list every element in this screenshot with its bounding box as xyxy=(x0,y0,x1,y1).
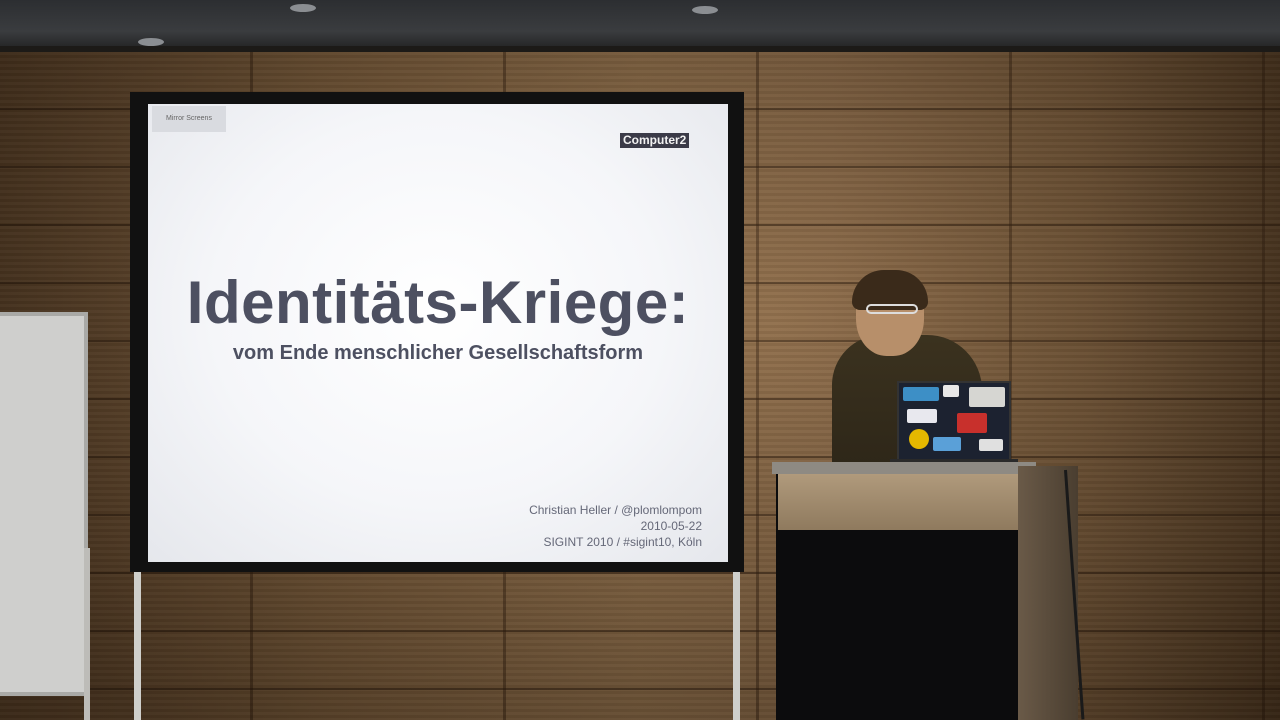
laptop-sticker xyxy=(943,385,959,397)
ceiling-light xyxy=(138,38,164,46)
whiteboard-leg xyxy=(84,548,90,720)
slide-subtitle: vom Ende menschlicher Gesellschaftsform xyxy=(232,342,644,364)
podium-front-panel xyxy=(778,474,1022,530)
slide-author-line: Christian Heller / @plomlompom xyxy=(529,503,702,517)
podium-top xyxy=(772,462,1036,474)
laptop-sticker xyxy=(909,429,929,449)
ceiling-light xyxy=(290,4,316,12)
slide-date-line: 2010-05-22 xyxy=(640,519,702,533)
slide-author-info: Christian Heller / @plomlompom 2010-05-2… xyxy=(529,502,702,550)
laptop-sticker xyxy=(907,409,937,423)
laptop-sticker xyxy=(957,413,987,433)
whiteboard xyxy=(0,312,88,696)
computer2-logo: Computer2 xyxy=(620,133,690,148)
mirror-screens-label: Mirror Screens xyxy=(152,106,226,132)
slide-event-line: SIGINT 2010 / #sigint10, Köln xyxy=(543,535,702,549)
laptop-sticker xyxy=(903,387,939,401)
lecture-hall-scene: Mirror Screens Computer2 Identitäts-Krie… xyxy=(0,0,1280,720)
screen-stand-left xyxy=(134,572,141,720)
ceiling-edge xyxy=(0,46,1280,52)
speaker-glasses xyxy=(866,304,918,314)
laptop-sticker xyxy=(969,387,1005,407)
laptop-with-stickers xyxy=(897,381,1011,461)
laptop-sticker xyxy=(933,437,961,451)
ceiling-light xyxy=(692,6,718,14)
laptop-sticker xyxy=(979,439,1003,451)
screen-stand-right xyxy=(733,572,740,720)
projection-screen: Mirror Screens Computer2 Identitäts-Krie… xyxy=(148,104,728,562)
ceiling xyxy=(0,0,1280,52)
slide-title: Identitäts-Kriege: xyxy=(186,269,690,336)
